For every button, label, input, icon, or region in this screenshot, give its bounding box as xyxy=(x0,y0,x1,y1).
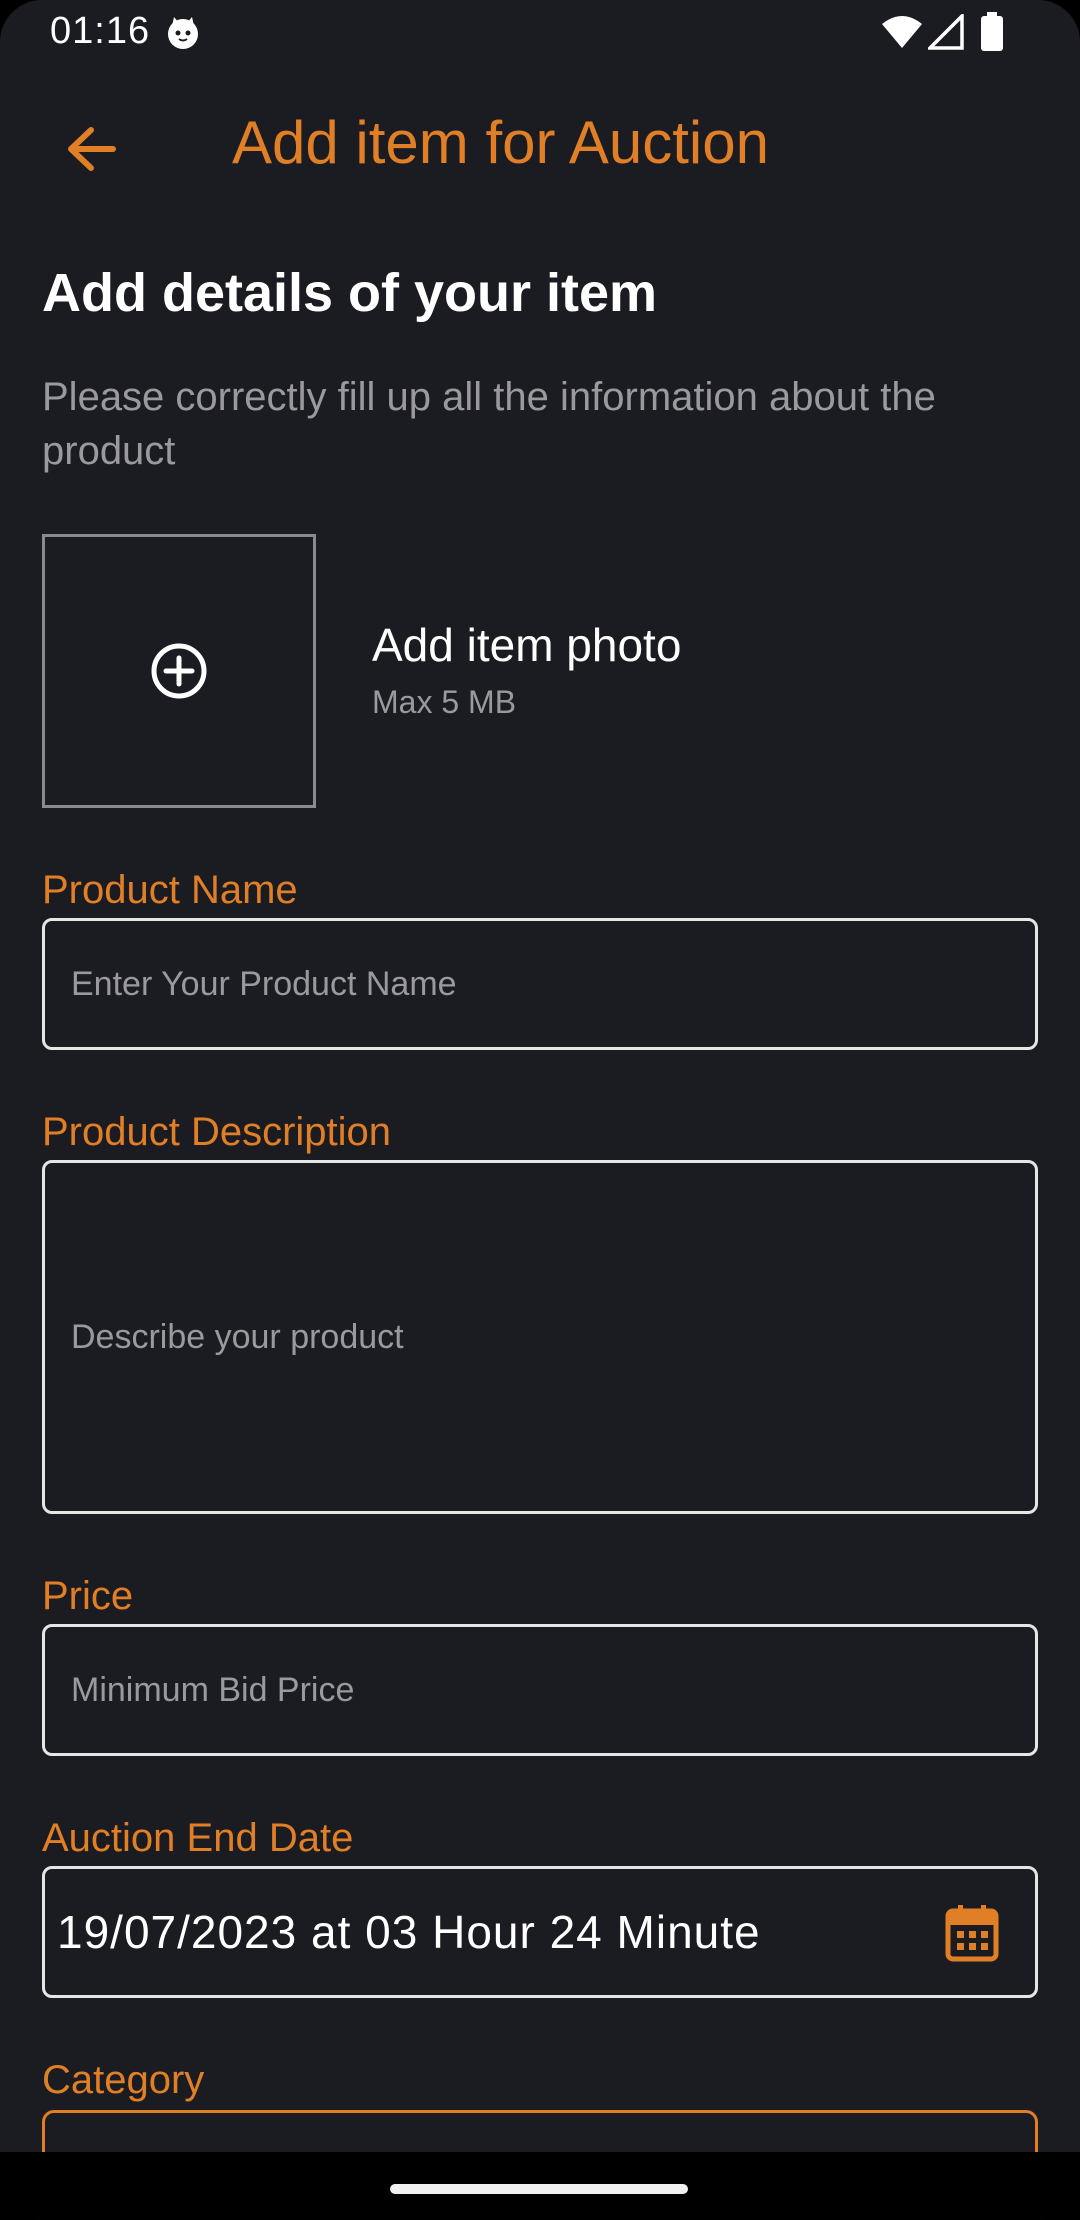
calendar-icon[interactable] xyxy=(945,1903,999,1963)
price-label: Price xyxy=(42,1574,134,1618)
add-photo-title: Add item photo xyxy=(372,619,682,671)
product-description-placeholder: Describe your product xyxy=(71,1317,404,1356)
app-title: Add item for Auction xyxy=(232,109,769,176)
section-subtitle: Please correctly fill up all the informa… xyxy=(42,375,936,473)
auction-end-date-label: Auction End Date xyxy=(42,1816,354,1860)
plus-circle-icon xyxy=(151,643,207,699)
product-name-placeholder: Enter Your Product Name xyxy=(71,964,457,1003)
navigation-bar xyxy=(0,2152,1080,2220)
app-screen: 01:16 Add item for Auction Add details o xyxy=(0,0,1080,2220)
auction-end-date-value: 19/07/2023 at 03 Hour 24 Minute xyxy=(57,1906,761,1958)
status-bar: 01:16 xyxy=(0,0,1080,66)
product-name-input[interactable]: Enter Your Product Name xyxy=(42,918,1038,1050)
product-name-label: Product Name xyxy=(42,868,298,912)
add-photo-button[interactable] xyxy=(42,534,316,808)
status-time: 01:16 xyxy=(50,10,151,52)
back-button[interactable] xyxy=(56,114,126,184)
notification-cat-icon xyxy=(168,17,198,49)
product-description-input[interactable]: Describe your product xyxy=(42,1160,1038,1514)
home-handle[interactable] xyxy=(390,2184,688,2194)
battery-icon xyxy=(981,12,1003,51)
photo-size-limit: Max 5 MB xyxy=(372,684,517,720)
product-description-label: Product Description xyxy=(42,1110,392,1154)
price-placeholder: Minimum Bid Price xyxy=(71,1670,355,1709)
signal-icon xyxy=(928,14,964,50)
section-title: Add details of your item xyxy=(42,263,658,323)
price-input[interactable]: Minimum Bid Price xyxy=(42,1624,1038,1756)
category-label: Category xyxy=(42,2058,205,2102)
app-bar: Add item for Auction xyxy=(0,80,1080,210)
arrow-left-icon xyxy=(68,127,116,171)
wifi-icon xyxy=(882,16,922,48)
auction-end-date-field[interactable]: 19/07/2023 at 03 Hour 24 Minute xyxy=(42,1866,1038,1998)
